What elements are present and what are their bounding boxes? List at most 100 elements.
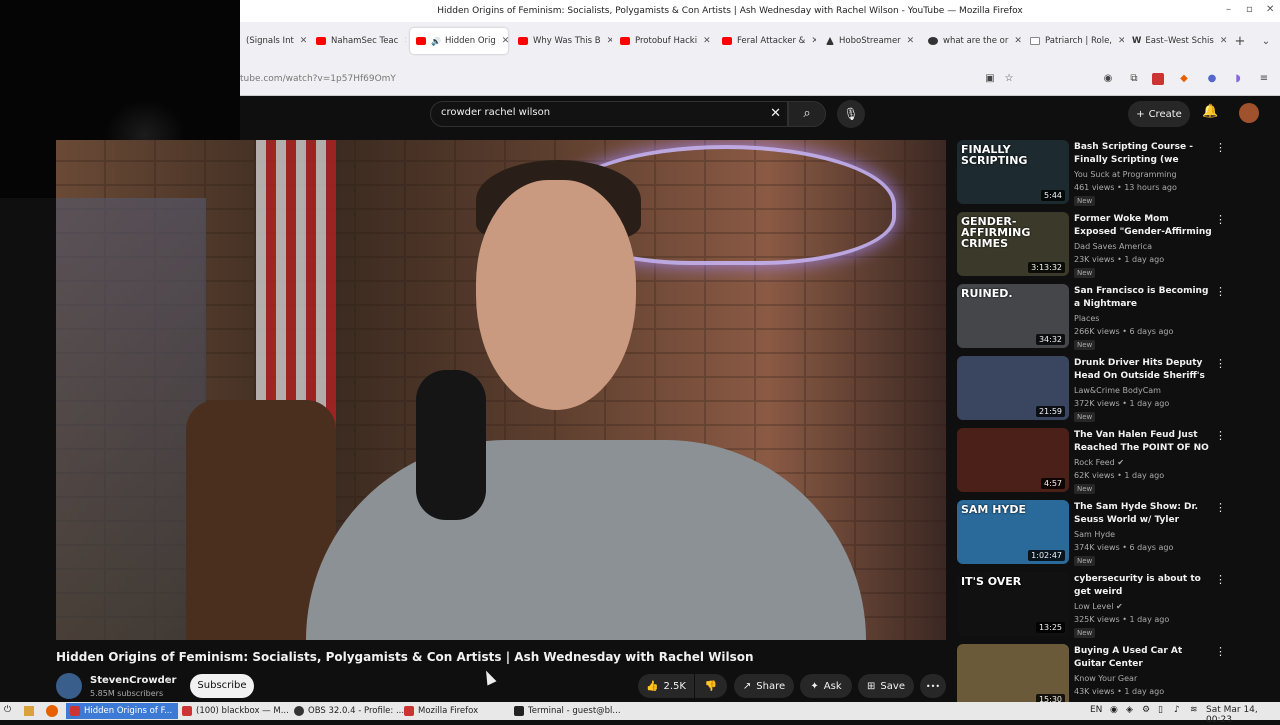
tab-hidden-origins[interactable]: 🔊 Hidden Orig ✕ (410, 28, 508, 54)
kebab-menu-icon[interactable]: ⋮ (1215, 285, 1226, 298)
close-tab-icon[interactable]: ✕ (1220, 36, 1228, 46)
close-tab-icon[interactable]: ✕ (1014, 36, 1022, 46)
kebab-menu-icon[interactable]: ⋮ (1215, 501, 1226, 514)
address-bar[interactable]: tube.com/watch?v=1p57Hf69OmY (240, 74, 396, 84)
fox-extension-icon[interactable]: ◆ (1178, 73, 1190, 85)
recommended-video[interactable]: RUINED. 34:32 San Francisco is Becoming a … (957, 284, 1232, 350)
kebab-menu-icon[interactable]: ⋮ (1215, 573, 1226, 586)
tab-what-are-the[interactable]: what are the or ✕ (922, 28, 1022, 54)
reader-view-icon[interactable]: ▣ (984, 73, 996, 85)
volume-icon[interactable]: ♪ (1174, 705, 1180, 715)
recommended-video-title[interactable]: cybersecurity is about to get weird (1074, 573, 1214, 599)
maximize-button[interactable]: ▫ (1246, 4, 1253, 15)
recommended-video-title[interactable]: Drunk Driver Hits Deputy Head On Outside… (1074, 357, 1214, 383)
recommended-channel[interactable]: Sam Hyde (1074, 530, 1115, 539)
recommended-video[interactable]: FINALLY SCRIPTING 5:44 Bash Scripting Cour… (957, 140, 1232, 206)
recommended-video[interactable]: SAM HYDE 1:02:47 The Sam Hyde Show: Dr. Se… (957, 500, 1232, 566)
recommended-video-title[interactable]: The Van Halen Feud Just Reached The POIN… (1074, 429, 1214, 455)
extensions-icon[interactable]: ⧉ (1128, 73, 1140, 85)
tab-east-west-schism[interactable]: W East–West Schis ✕ (1126, 28, 1228, 54)
tray-icon[interactable]: ◈ (1126, 705, 1133, 715)
search-input[interactable] (441, 107, 761, 118)
create-button[interactable]: + Create (1128, 101, 1190, 127)
tray-icon[interactable]: ⚙ (1142, 705, 1150, 715)
video-thumbnail[interactable]: 21:59 (957, 356, 1069, 420)
search-button[interactable]: ⌕ (788, 101, 826, 127)
wifi-icon[interactable]: ≋ (1190, 705, 1198, 715)
close-tab-icon[interactable]: ✕ (300, 36, 308, 46)
tab-nahamsec[interactable]: NahamSec Teac ✕ (310, 28, 406, 54)
extension-icon[interactable]: ◗ (1232, 73, 1244, 85)
recommended-channel[interactable]: You Suck at Programming (1074, 170, 1177, 179)
like-button[interactable]: 👍 2.5K (638, 674, 694, 698)
close-tab-icon[interactable]: ✕ (1118, 36, 1124, 46)
kebab-menu-icon[interactable]: ⋮ (1215, 429, 1226, 442)
recommended-channel[interactable]: Dad Saves America (1074, 242, 1152, 251)
clear-search-icon[interactable]: ✕ (770, 106, 781, 121)
recommended-video-title[interactable]: San Francisco is Becoming a Nightmare (1074, 285, 1214, 311)
kebab-menu-icon[interactable]: ⋮ (1215, 645, 1226, 658)
channel-name[interactable]: StevenCrowder (90, 675, 176, 686)
close-tab-icon[interactable]: ✕ (907, 36, 915, 46)
recommended-video[interactable]: IT'S OVER 13:25 cybersecurity is about to … (957, 572, 1232, 638)
share-button[interactable]: ↗ Share (734, 674, 794, 698)
tab-signals[interactable]: (Signals Int ✕ (240, 28, 308, 54)
recommended-video[interactable]: GENDER-AFFIRMING CRIMES 3:13:32 Former Wok… (957, 212, 1232, 278)
taskbar-item[interactable]: (100) blackbox — M... (178, 703, 290, 719)
extension-icon[interactable]: ● (1206, 73, 1218, 85)
ublock-icon[interactable] (1152, 73, 1164, 85)
recommended-channel[interactable]: Low Level ✔ (1074, 602, 1123, 611)
close-tab-icon[interactable]: ✕ (811, 36, 816, 46)
video-thumbnail[interactable]: GENDER-AFFIRMING CRIMES 3:13:32 (957, 212, 1069, 276)
ask-button[interactable]: ✦ Ask (800, 674, 852, 698)
close-tab-icon[interactable]: ✕ (607, 36, 612, 46)
kebab-menu-icon[interactable]: ⋮ (1215, 141, 1226, 154)
clock[interactable]: Sat Mar 14, 00:23 (1206, 705, 1280, 725)
recommended-channel[interactable]: Law&Crime BodyCam (1074, 386, 1161, 395)
tab-protobuf[interactable]: Protobuf Hacki ✕ (614, 28, 714, 54)
taskbar-item[interactable]: Hidden Origins of F... (66, 703, 178, 719)
tab-feral-attacker[interactable]: Feral Attacker & ✕ (716, 28, 816, 54)
dislike-button[interactable]: 👎 (695, 674, 727, 698)
firefox-icon[interactable] (46, 705, 58, 717)
video-thumbnail[interactable]: SAM HYDE 1:02:47 (957, 500, 1069, 564)
recommended-channel[interactable]: Places (1074, 314, 1099, 323)
clipboard-icon[interactable]: ▯ (1158, 705, 1163, 715)
recommended-video-title[interactable]: The Sam Hyde Show: Dr. Seuss World w/ Ty… (1074, 501, 1214, 527)
video-thumbnail[interactable]: 15:30 (957, 644, 1069, 708)
menu-icon[interactable]: ⏻ (4, 705, 11, 715)
folder-icon[interactable] (24, 706, 34, 716)
notifications-bell-icon[interactable]: 🔔 (1202, 104, 1218, 119)
taskbar-item[interactable]: OBS 32.0.4 - Profile: ... (290, 703, 404, 719)
recommended-channel[interactable]: Know Your Gear (1074, 674, 1137, 683)
bookmark-star-icon[interactable]: ☆ (1003, 73, 1015, 85)
recommended-channel[interactable]: Rock Feed ✔ (1074, 458, 1124, 467)
more-actions-button[interactable]: ••• (920, 674, 946, 698)
channel-avatar[interactable] (56, 673, 82, 699)
taskbar-item[interactable]: Mozilla Firefox (400, 703, 510, 719)
recommended-video[interactable]: 21:59 Drunk Driver Hits Deputy Head On Ou… (957, 356, 1232, 422)
voice-search-icon[interactable]: 🎙 (837, 100, 865, 128)
close-tab-icon[interactable]: ✕ (404, 36, 406, 46)
recommended-video[interactable]: 4:57 The Van Halen Feud Just Reached The … (957, 428, 1232, 494)
keyboard-layout[interactable]: EN (1090, 705, 1102, 715)
close-window-button[interactable]: ✕ (1266, 4, 1274, 15)
hamburger-menu-icon[interactable]: ≡ (1258, 73, 1270, 85)
video-thumbnail[interactable]: FINALLY SCRIPTING 5:44 (957, 140, 1069, 204)
kebab-menu-icon[interactable]: ⋮ (1215, 357, 1226, 370)
steam-icon[interactable]: ◉ (1110, 705, 1118, 715)
new-tab-button[interactable]: + (1234, 35, 1246, 48)
subscribe-button[interactable]: Subscribe (190, 674, 254, 698)
audio-playing-icon[interactable]: 🔊 (431, 37, 441, 46)
save-button[interactable]: ⊞ Save (858, 674, 914, 698)
video-thumbnail[interactable]: RUINED. 34:32 (957, 284, 1069, 348)
close-tab-icon[interactable]: ✕ (703, 36, 711, 46)
recommended-video-title[interactable]: Buying A Used Car At Guitar Center (1074, 645, 1214, 671)
video-player[interactable] (56, 140, 946, 640)
recommended-video-title[interactable]: Bash Scripting Course - Finally Scriptin… (1074, 141, 1214, 167)
user-avatar[interactable] (1239, 103, 1259, 123)
kebab-menu-icon[interactable]: ⋮ (1215, 213, 1226, 226)
recommended-video-title[interactable]: Former Woke Mom Exposed "Gender-Affirmin… (1074, 213, 1214, 239)
recommended-video[interactable]: 15:30 Buying A Used Car At Guitar Center K… (957, 644, 1232, 708)
tab-list-button[interactable]: ⌄ (1260, 36, 1272, 48)
